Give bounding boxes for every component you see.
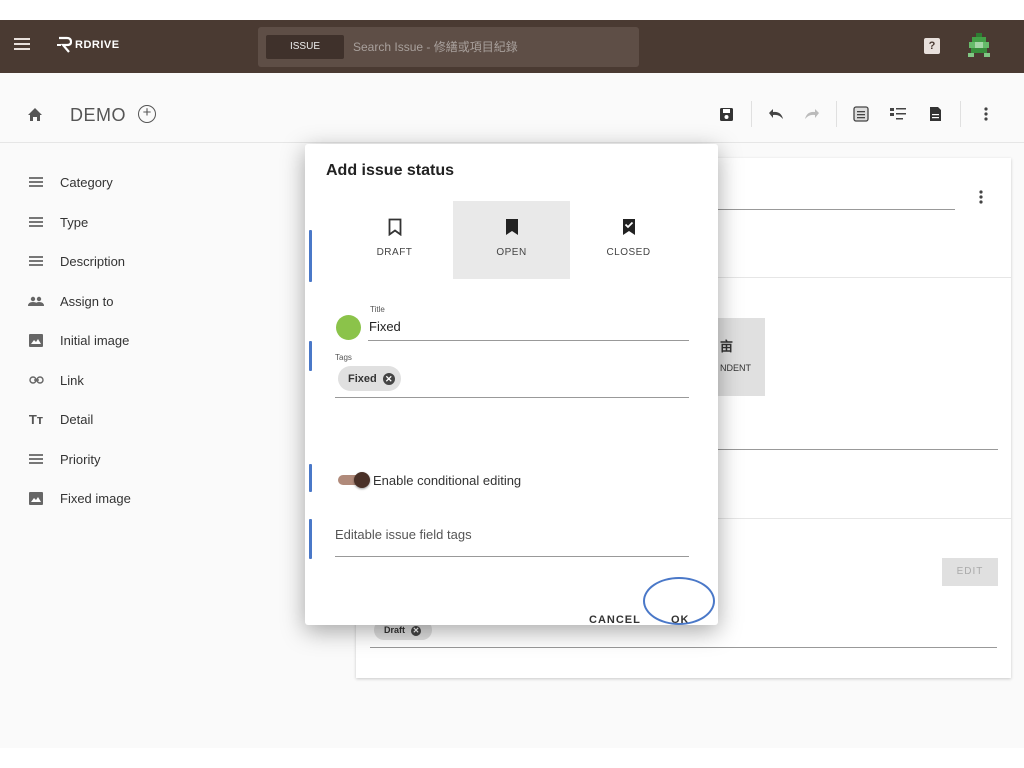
list-icon [28,254,44,268]
ok-highlight-annotation [643,577,715,625]
app-bar: RDRIVE ISSUE ? [0,20,1024,73]
people-icon [28,294,44,308]
sidebar-item-label: Description [60,253,126,269]
sidebar-item-description[interactable]: Description [28,251,125,271]
tag-chip-label: Fixed [348,372,377,385]
editable-tags-underline [335,556,689,557]
type-option-label: NDENT [720,363,751,373]
sidebar-item-link[interactable]: Link [28,370,84,390]
sidebar-item-label: Detail [60,411,94,427]
sidebar-item-label: Type [60,214,89,230]
save-icon[interactable] [717,105,735,123]
search-bar: ISSUE [258,27,639,67]
annotation-marker [309,341,312,371]
sidebar-item-category[interactable]: Category [28,172,113,192]
sidebar-item-type[interactable]: Type [28,212,88,232]
link-icon [28,373,44,387]
annotation-marker [309,230,312,282]
search-scope-chip[interactable]: ISSUE [266,35,344,59]
annotation-marker [309,519,312,559]
app-frame: RDRIVE ISSUE ? DEMO + [0,20,1024,748]
help-icon[interactable]: ? [924,38,940,54]
field-underline [718,449,998,450]
sidebar-item-label: Link [60,372,84,388]
tags-field-label: Tags [335,353,352,362]
logo-mark-icon [57,36,72,53]
project-title: DEMO [70,105,126,125]
detail-view-icon[interactable] [889,105,907,123]
add-issue-status-dialog: Add issue status DRAFT OPEN CLOSED Title… [305,144,718,626]
image-icon [28,333,44,347]
bookmark-outline-icon [388,218,401,236]
sidebar-item-initial-image[interactable]: Initial image [28,330,129,350]
status-color-picker[interactable] [336,315,361,340]
tab-draft[interactable]: DRAFT [336,201,453,279]
sidebar-item-detail[interactable]: Tт Detail [28,409,93,429]
tab-open[interactable]: OPEN [453,201,570,279]
title-field[interactable]: Fixed [369,319,401,334]
sidebar-item-label: Fixed image [60,490,131,506]
undo-icon[interactable] [766,105,784,123]
image-icon [28,491,44,505]
list-icon [28,175,44,189]
chip-remove-icon[interactable]: ✕ [382,372,395,385]
list-icon [28,215,44,229]
sidebar-item-label: Priority [60,451,101,467]
sidebar-item-label: Assign to [60,293,114,309]
document-icon[interactable] [926,105,944,123]
tab-label: DRAFT [376,247,413,258]
logo-text: RDRIVE [75,39,120,51]
toolbar-divider [751,101,752,127]
tab-label: OPEN [496,247,527,258]
menu-icon[interactable] [14,38,30,51]
bookmark-check-icon [622,219,635,235]
more-vert-icon[interactable] [977,105,995,123]
redo-icon[interactable] [803,105,821,123]
tag-chip-fixed[interactable]: Fixed ✕ [338,366,401,391]
annotation-marker [309,464,312,492]
home-icon[interactable] [27,107,43,122]
editable-tags-input[interactable]: Editable issue field tags [335,527,472,542]
toggle-label: Enable conditional editing [373,473,522,488]
sidebar-item-label: Category [60,174,113,190]
sidebar-item-label: Initial image [60,332,130,348]
sidebar-item-priority[interactable]: Priority [28,449,100,469]
title-field-label: Title [370,305,385,314]
tab-closed[interactable]: CLOSED [570,201,687,279]
toolbar-divider [836,101,837,127]
title-underline [368,340,689,341]
text-icon: Tт [28,411,44,427]
tags-underline [335,397,689,398]
add-project-icon[interactable]: + [138,105,156,123]
toolbar: DEMO + [0,73,1024,143]
sidebar-item-fixed-image[interactable]: Fixed image [28,488,131,508]
list-view-icon[interactable] [852,105,870,123]
edit-button[interactable]: EDIT [942,558,998,586]
list-icon [28,452,44,466]
type-option[interactable]: 亩 NDENT [718,318,765,396]
tab-label: CLOSED [606,247,651,258]
field-underline [718,209,955,210]
dialog-title: Add issue status [326,162,455,179]
type-option-icon: 亩 [720,339,734,354]
sidebar-item-assign-to[interactable]: Assign to [28,291,113,311]
app-logo[interactable]: RDRIVE [56,35,120,55]
more-vert-icon[interactable] [979,190,983,204]
field-underline [370,647,997,648]
toolbar-divider [960,101,961,127]
avatar[interactable] [966,32,992,58]
cancel-button[interactable]: CANCEL [589,614,641,626]
conditional-editing-toggle[interactable] [338,472,370,488]
bookmark-filled-icon [505,219,518,235]
search-input[interactable] [353,37,623,57]
